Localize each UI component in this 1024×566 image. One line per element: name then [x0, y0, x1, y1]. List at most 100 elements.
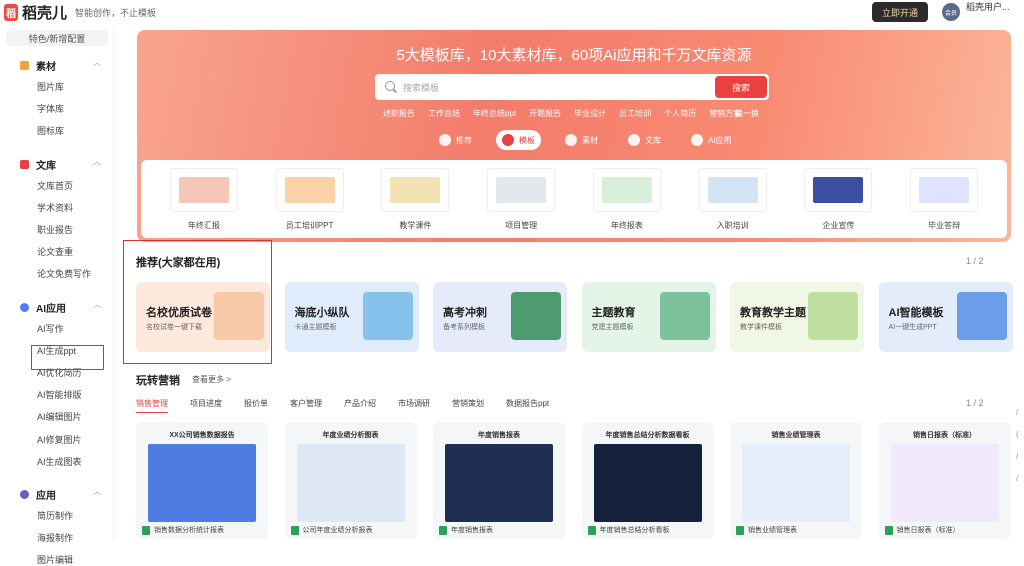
recommend-card[interactable]: AI智能模板 AI一键生成PPT — [878, 282, 1013, 352]
hot-words: 述职报告 工作总结 年终总结ppt 开题报告 毕业设计 员工培训 个人简历 营销方案 — [383, 108, 741, 119]
marketing-card-footer: 年度销售报表 — [439, 525, 493, 535]
more-link[interactable]: 查看更多 > — [192, 374, 231, 385]
marketing-card-footer: 销售日报表（标准） — [884, 525, 960, 535]
template-thumbnail — [910, 168, 979, 212]
sidebar-group-header[interactable]: 素材 — [20, 58, 56, 73]
sidebar-item[interactable]: 论文查重 — [37, 245, 73, 258]
marketing-card-preview — [742, 444, 850, 522]
category-tab[interactable]: AI应用 — [685, 130, 738, 150]
template-item[interactable]: 入职培训 — [697, 168, 769, 238]
avatar[interactable]: 会员 — [942, 3, 960, 21]
search-input[interactable]: 搜索模板 — [403, 81, 439, 94]
sidebar-item[interactable]: AI写作 — [37, 322, 64, 335]
marketing-tab[interactable]: 产品介绍 — [344, 398, 376, 413]
sidebar-top-button[interactable]: 特色/新增配置 — [6, 30, 108, 46]
sidebar-item[interactable]: 图片库 — [37, 80, 64, 93]
category-tab[interactable]: 素材 — [559, 130, 604, 150]
username[interactable]: 稻壳用户... — [966, 2, 1010, 12]
recommend-title: 推荐(大家都在用) — [136, 257, 221, 269]
spreadsheet-icon — [884, 525, 893, 535]
recommend-card-title: 名校优质试卷 — [146, 307, 212, 319]
template-preview — [919, 177, 970, 203]
template-item[interactable]: 年终报表 — [591, 168, 663, 238]
sidebar-item[interactable]: 简历制作 — [37, 509, 73, 522]
marketing-tab[interactable]: 营销策划 — [452, 398, 484, 413]
marketing-tab[interactable]: 数据报告ppt — [506, 398, 549, 413]
search-button[interactable]: 搜索 — [715, 76, 767, 98]
category-tab[interactable]: 模板 — [496, 130, 541, 150]
marketing-card-preview — [148, 444, 256, 522]
sidebar-group-header[interactable]: 应用 — [20, 487, 56, 502]
hot-word-link[interactable]: 工作总结 — [428, 108, 460, 119]
recommend-card[interactable]: 名校优质试卷 名校试卷一键下载 — [136, 282, 270, 352]
marketing-tab[interactable]: 客户管理 — [290, 398, 322, 413]
template-item[interactable]: 员工培训PPT — [274, 168, 346, 238]
chevron-up-icon[interactable]: ︿ — [93, 486, 101, 497]
category-tabs: 推荐 模板 素材 文库 AI应用 — [433, 130, 738, 150]
hot-word-link[interactable]: 个人简历 — [664, 108, 696, 119]
marketing-card[interactable]: 年度业绩分析图表 公司年度业绩分析报表 — [284, 422, 417, 539]
category-tab[interactable]: 推荐 — [433, 130, 478, 150]
hot-word-link[interactable]: 述职报告 — [383, 108, 415, 119]
recommend-card[interactable]: 高考冲刺 备考系列模板 — [433, 282, 567, 352]
marketing-card[interactable]: XX公司销售数据报告 销售数据分析统计报表 — [136, 422, 268, 539]
sidebar-item[interactable]: 学术资料 — [37, 201, 73, 214]
sidebar-item[interactable]: 职业报告 — [37, 223, 73, 236]
category-label: 文库 — [645, 135, 661, 145]
hot-word-link[interactable]: 开题报告 — [529, 108, 561, 119]
marketing-tab[interactable]: 市场调研 — [398, 398, 430, 413]
marketing-tab[interactable]: 销售管理 — [136, 398, 168, 413]
sidebar-item[interactable]: 图标库 — [37, 124, 64, 137]
edge-glyph: / — [1016, 452, 1019, 461]
sidebar-item[interactable]: AI智能排版 — [37, 388, 82, 401]
recommend-card-subtitle: 卡通主题模板 — [294, 324, 337, 331]
chevron-up-icon[interactable]: ︿ — [93, 156, 101, 167]
spreadsheet-icon — [587, 525, 596, 535]
marketing-card[interactable]: 年度销售报表 年度销售报表 — [433, 422, 565, 539]
sidebar-item[interactable]: AI编辑图片 — [37, 410, 82, 423]
sidebar-item[interactable]: AI生成图表 — [37, 455, 82, 468]
marketing-card-footer: 年度销售总结分析看板 — [587, 525, 670, 535]
recommend-card[interactable]: 海底小纵队 卡通主题模板 — [284, 282, 419, 352]
hot-word-link[interactable]: 年终总结ppt — [473, 108, 516, 119]
marketing-card[interactable]: 年度销售总结分析数据看板 年度销售总结分析看板 — [581, 422, 714, 539]
template-preview — [813, 177, 864, 203]
recommend-card-illustration — [808, 292, 858, 340]
template-label: 年终报表 — [610, 221, 643, 230]
sidebar-item[interactable]: 字体库 — [37, 102, 64, 115]
sidebar-group-header[interactable]: 文库 — [20, 157, 56, 172]
category-icon — [628, 134, 640, 146]
marketing-card-footer-text: 销售日报表（标准） — [896, 527, 960, 534]
recommend-card[interactable]: 教育教学主题 教学课件模板 — [730, 282, 864, 352]
logo[interactable]: 稻 稻壳儿 智能创作，不止模板 — [4, 2, 156, 23]
marketing-tab[interactable]: 项目进度 — [190, 398, 222, 413]
template-item[interactable]: 年终汇报 — [168, 168, 240, 238]
marketing-tab[interactable]: 报价单 — [244, 398, 268, 413]
sidebar-item[interactable]: 文库首页 — [37, 179, 73, 192]
marketing-pager[interactable]: 1 / 2 — [966, 398, 984, 408]
category-tab[interactable]: 文库 — [622, 130, 667, 150]
sidebar-item[interactable]: 论文免费写作 — [37, 267, 91, 280]
sidebar-item[interactable]: 海报制作 — [37, 531, 73, 544]
recommend-pager[interactable]: 1 / 2 — [966, 256, 984, 266]
template-item[interactable]: 企业宣传 — [802, 168, 874, 238]
marketing-card[interactable]: 销售日报表（标准） 销售日报表（标准） — [878, 422, 1011, 539]
chevron-up-icon[interactable]: ︿ — [93, 299, 101, 310]
sidebar-item[interactable]: 图片编辑 — [37, 553, 73, 566]
template-label: 企业宣传 — [822, 221, 855, 230]
template-item[interactable]: 教学课件 — [379, 168, 451, 238]
marketing-card-preview — [296, 444, 405, 522]
group-icon — [20, 61, 29, 70]
hot-word-link[interactable]: 毕业设计 — [574, 108, 606, 119]
edge-glyph: ( — [1016, 430, 1019, 439]
refresh-link[interactable]: 换一换 — [735, 108, 759, 119]
marketing-card[interactable]: 销售业绩管理表 销售业绩管理表 — [730, 422, 862, 539]
chevron-up-icon[interactable]: ︿ — [93, 57, 101, 68]
sidebar-group-header[interactable]: AI应用 — [20, 300, 66, 315]
hot-word-link[interactable]: 员工培训 — [619, 108, 651, 119]
member-button[interactable]: 立即开通 — [872, 2, 928, 22]
template-item[interactable]: 毕业答辩 — [908, 168, 980, 238]
template-item[interactable]: 项目管理 — [485, 168, 557, 238]
recommend-card[interactable]: 主题教育 党建主题模板 — [581, 282, 716, 352]
sidebar-item[interactable]: AI修复图片 — [37, 433, 82, 446]
